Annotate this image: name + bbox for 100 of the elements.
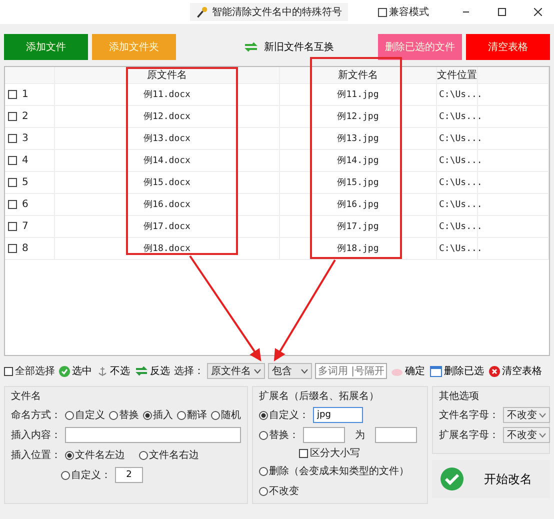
chevron-down-icon [254, 368, 261, 374]
toolbar-button[interactable]: 反选 [134, 364, 171, 378]
field-label: 插入位置： [11, 448, 61, 462]
insert-content-field[interactable] [65, 427, 241, 443]
radio-button[interactable] [109, 410, 118, 420]
table-cell-text: 例13.docx [144, 133, 190, 145]
table-cell-text: 例16.jpg [337, 199, 379, 211]
window-title: 智能清除文件名中的特殊符号 [212, 6, 342, 19]
toolbar-button[interactable]: 不选 [96, 364, 131, 378]
radio-button[interactable] [259, 486, 268, 496]
wand-icon [196, 6, 208, 18]
radio-label: 插入 [153, 408, 173, 422]
radio-label: 自定义： [71, 468, 111, 482]
table-cell-text: 例16.docx [144, 199, 190, 211]
table-cell-text: 例11.docx [144, 89, 190, 101]
chevron-down-icon [539, 412, 546, 418]
radio-label: 随机 [221, 408, 241, 422]
table-cell-text: 例12.docx [144, 111, 190, 123]
table-cell: C:\Us... [439, 112, 482, 122]
column-header[interactable]: 新文件名 [280, 67, 437, 83]
row-number: 5 [22, 177, 28, 188]
row-number: 4 [22, 155, 28, 166]
table-cell: C:\Us... [439, 222, 482, 232]
match-dropdown[interactable]: 包含 [268, 363, 312, 379]
row-checkbox[interactable] [8, 178, 17, 187]
radio-button[interactable] [139, 450, 148, 460]
delete-selected-button[interactable]: 删除已选 [429, 364, 485, 378]
row-checkbox[interactable] [8, 156, 17, 165]
maximize-icon[interactable] [498, 8, 506, 16]
table-cell: C:\Us... [439, 90, 482, 100]
start-rename-button[interactable]: 开始改名 [432, 460, 550, 498]
compat-checkbox[interactable] [378, 8, 387, 16]
radio-label: 替换： [269, 428, 299, 442]
panel-title: 文件名 [11, 390, 41, 403]
check-circle-icon [440, 467, 464, 491]
radio-button[interactable] [259, 466, 268, 476]
column-dropdown[interactable]: 原文件名 [207, 363, 265, 379]
radio-button[interactable] [65, 450, 74, 460]
top-button[interactable]: 添加文件 [4, 34, 88, 60]
replace-from-field[interactable] [303, 427, 345, 443]
row-checkbox[interactable] [8, 90, 17, 99]
row-number: 8 [22, 243, 28, 254]
field-label: 为 [355, 428, 365, 442]
column-header[interactable]: 原文件名 [55, 67, 280, 83]
row-checkbox[interactable] [8, 200, 17, 209]
row-number: 7 [22, 221, 28, 232]
table-cell-text: 例13.jpg [337, 133, 379, 145]
radio-label: 翻译 [187, 408, 207, 422]
case-dropdown[interactable]: 不改变 [503, 407, 550, 423]
select-label: 选择： [174, 364, 204, 378]
table-cell-text: 例15.docx [144, 177, 190, 189]
radio-button[interactable] [143, 410, 152, 420]
row-number: 2 [22, 111, 28, 122]
radio-button[interactable] [211, 410, 220, 420]
radio-button[interactable] [259, 410, 268, 420]
case-dropdown[interactable]: 不改变 [503, 427, 550, 443]
table-cell: C:\Us... [439, 178, 482, 188]
extension-field[interactable]: jpg [313, 407, 363, 423]
field-label: 文件名字母： [439, 408, 499, 422]
table-cell-text: 例11.jpg [337, 89, 379, 101]
panel-title: 扩展名（后缀名、拓展名） [259, 390, 379, 403]
filter-field[interactable]: 多词用 |号隔开 [315, 363, 387, 379]
table-cell-text: 例17.jpg [337, 221, 379, 233]
clear-table-button[interactable]: 清空表格 [488, 364, 543, 378]
column-header[interactable]: 文件位置 [437, 67, 478, 83]
radio-label: 文件名左边 [75, 448, 125, 462]
radio-button[interactable] [259, 430, 268, 440]
radio-button[interactable] [61, 470, 70, 480]
row-number: 3 [22, 133, 28, 144]
confirm-button[interactable]: 确定 [390, 364, 426, 378]
table-cell: C:\Us... [439, 244, 482, 254]
radio-button[interactable] [65, 410, 74, 420]
row-checkbox[interactable] [8, 112, 17, 121]
case-checkbox[interactable] [299, 448, 308, 458]
swap-arrows-icon [135, 366, 148, 376]
check-circle-icon [59, 366, 70, 376]
row-checkbox[interactable] [8, 222, 17, 231]
chevron-down-icon [301, 368, 308, 374]
table-cell: C:\Us... [439, 134, 482, 144]
radio-label: 替换 [119, 408, 139, 422]
position-field[interactable]: 2 [115, 467, 143, 483]
toolbar-button[interactable]: 选中 [58, 364, 93, 378]
close-icon[interactable] [534, 8, 542, 16]
row-number: 1 [22, 89, 28, 100]
table-cell-text: 例15.jpg [337, 177, 379, 189]
close-circle-icon [489, 366, 500, 376]
select-all-checkbox[interactable] [4, 366, 13, 376]
replace-to-field[interactable] [375, 427, 417, 443]
row-checkbox[interactable] [8, 244, 17, 253]
table-cell-text: 例18.jpg [337, 243, 379, 255]
radio-button[interactable] [177, 410, 186, 420]
row-checkbox[interactable] [8, 134, 17, 143]
select-all-label: 全部选择 [15, 364, 55, 378]
top-button[interactable]: 清空表格 [466, 34, 550, 60]
row-number: 6 [22, 199, 28, 210]
radio-label: 自定义： [269, 408, 309, 422]
field-label: 扩展名字母： [439, 428, 499, 442]
radio-label: 不改变 [269, 484, 299, 498]
chevron-down-icon [539, 432, 546, 438]
table-cell-text: 例14.docx [144, 155, 190, 167]
